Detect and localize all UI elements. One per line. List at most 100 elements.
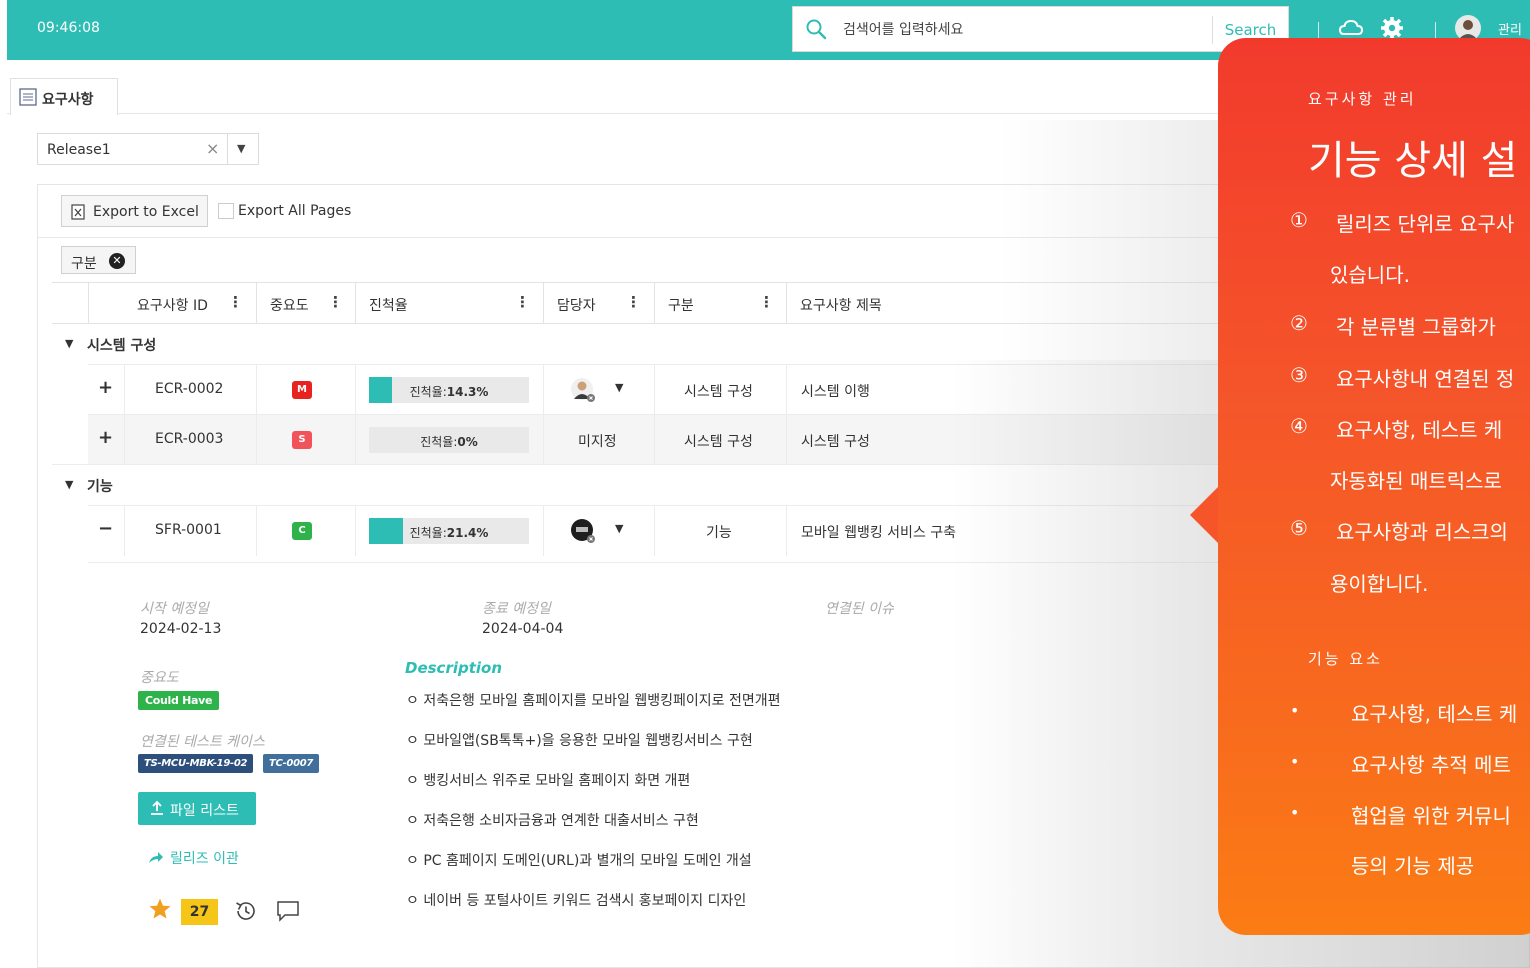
owner-avatar[interactable] (570, 377, 596, 403)
testcase-badge[interactable]: TC-0007 (263, 754, 320, 773)
close-icon[interactable]: ✕ (109, 253, 125, 269)
chevron-down-icon[interactable]: ▼ (615, 522, 623, 535)
callout-item-text: 릴리즈 단위로 요구사 (1336, 212, 1515, 236)
caret-down-icon[interactable]: ▼ (65, 478, 73, 491)
excel-icon (71, 204, 85, 220)
progress-label: 진척율: (420, 435, 458, 449)
search-icon (806, 19, 827, 40)
overlay-shade (1000, 120, 1230, 360)
description-line: ㅇ 모바일앱(SB톡톡+)을 응용한 모바일 웹뱅킹서비스 구현 (406, 733, 753, 749)
column-divider (654, 506, 655, 556)
select-divider (227, 134, 228, 164)
end-date-value: 2024-04-04 (482, 621, 564, 637)
column-menu-icon[interactable]: ⋮ (515, 293, 530, 311)
testcase-badge[interactable]: TS-MCU-MBK-19-02 (138, 754, 254, 773)
column-menu-icon[interactable]: ⋮ (759, 293, 774, 311)
callout-bullet-text: 요구사항 추적 메트 (1351, 753, 1511, 777)
progress-text: 진척율:0% (369, 433, 529, 450)
callout-bullet-text: 요구사항, 테스트 케 (1351, 702, 1518, 726)
column-header-owner[interactable]: 담당자 (557, 295, 596, 315)
category-cell: 시스템 구성 (684, 434, 753, 450)
toolbar-separator (1435, 22, 1436, 38)
priority-badge: M (292, 381, 312, 399)
description-line: ㅇ 저축은행 모바일 홈페이지를 모바일 웹뱅킹페이지로 전면개편 (406, 693, 781, 709)
priority-badge: S (292, 431, 312, 449)
callout-item-number: ③ (1290, 363, 1308, 387)
column-divider (256, 365, 257, 415)
caret-down-icon[interactable]: ▼ (65, 337, 73, 350)
column-divider (786, 283, 787, 324)
file-list-label: 파일 리스트 (170, 803, 239, 819)
group-label: 시스템 구성 (87, 338, 157, 354)
column-divider (256, 415, 257, 465)
favorite-count: 27 (181, 899, 218, 925)
clock: 09:46:08 (37, 20, 100, 36)
chevron-down-icon[interactable]: ▼ (615, 381, 623, 394)
column-header-priority[interactable]: 중요도 (270, 295, 309, 315)
progress-text: 진척율:21.4% (369, 524, 529, 541)
progress-value: 21.4% (446, 526, 489, 540)
requirement-id: SFR-0001 (155, 522, 222, 538)
tab-requirements[interactable]: 요구사항 (10, 78, 118, 115)
bullet-dot: • (1290, 752, 1300, 771)
release-select[interactable]: Release1 × ▼ (37, 133, 259, 165)
column-divider (355, 415, 356, 465)
progress-value: 0% (457, 435, 478, 449)
file-list-button[interactable]: 파일 리스트 (138, 792, 256, 825)
expand-icon[interactable]: + (98, 427, 113, 448)
collapse-icon[interactable]: − (98, 518, 113, 539)
column-menu-icon[interactable]: ⋮ (626, 293, 641, 311)
owner-avatar[interactable] (570, 518, 596, 544)
column-divider (654, 415, 655, 465)
column-menu-icon[interactable]: ⋮ (228, 293, 243, 311)
linked-issue-label: 연결된 이슈 (825, 601, 894, 617)
column-divider (256, 506, 257, 556)
callout-pointer (1190, 485, 1220, 545)
priority-label: 중요도 (140, 670, 179, 686)
requirement-id: ECR-0003 (155, 431, 224, 447)
bullet-dot: • (1290, 803, 1300, 822)
progress-label: 진척율: (409, 385, 447, 399)
callout-section-title: 기능 요소 (1308, 650, 1383, 668)
column-header-category[interactable]: 구분 (668, 295, 694, 315)
column-divider (786, 365, 787, 415)
clear-icon[interactable]: × (206, 139, 219, 158)
column-divider (124, 365, 125, 415)
column-header-progress[interactable]: 진척율 (369, 295, 408, 315)
history-icon[interactable] (234, 899, 258, 923)
callout-item-number: ② (1290, 311, 1308, 335)
search-box: Search (792, 6, 1289, 52)
feature-callout: 요구사항 관리 기능 상세 설 ① 릴리즈 단위로 요구사 있습니다. ② 각 … (1218, 38, 1530, 935)
callout-item-text: 요구사항과 리스크의 (1336, 520, 1508, 544)
progress-bar: 진척율:14.3% (369, 377, 529, 403)
description-line: ㅇ 뱅킹서비스 위주로 모바일 홈페이지 화면 개편 (406, 773, 691, 789)
requirement-id: ECR-0002 (155, 381, 224, 397)
column-divider (543, 365, 544, 415)
comment-icon[interactable] (276, 900, 300, 922)
star-icon[interactable] (148, 897, 172, 921)
chevron-down-icon[interactable]: ▼ (237, 142, 245, 155)
column-divider (355, 283, 356, 324)
export-all-checkbox[interactable] (218, 203, 234, 219)
column-menu-icon[interactable]: ⋮ (328, 293, 343, 311)
group-chip[interactable]: 구분 ✕ (61, 246, 136, 274)
expand-icon[interactable]: + (98, 377, 113, 398)
upload-icon (151, 800, 163, 815)
export-excel-button[interactable]: Export to Excel (61, 195, 208, 227)
category-cell: 기능 (706, 525, 732, 541)
callout-bullet-continued: 등의 기능 제공 (1351, 854, 1475, 878)
description-line: ㅇ 저축은행 소비자금융과 연계한 대출서비스 구현 (406, 813, 699, 829)
column-divider (543, 506, 544, 556)
search-input[interactable] (843, 17, 1203, 43)
column-header-id[interactable]: 요구사항 ID (137, 295, 208, 315)
priority-badge: Could Have (138, 691, 220, 710)
callout-item-text: 요구사항, 테스트 케 (1336, 418, 1503, 442)
column-divider (786, 415, 787, 465)
callout-item-continued: 자동화된 매트릭스로 (1330, 469, 1502, 493)
owner-cell: 미지정 (578, 434, 617, 450)
column-header-title[interactable]: 요구사항 제목 (800, 295, 882, 315)
title-cell: 시스템 구성 (801, 434, 870, 450)
description-line: ㅇ PC 홈페이지 도메인(URL)과 별개의 모바일 도메인 개설 (406, 853, 752, 869)
callout-item-text: 요구사항내 연결된 정 (1336, 367, 1515, 391)
progress-bar: 진척율:21.4% (369, 518, 529, 544)
